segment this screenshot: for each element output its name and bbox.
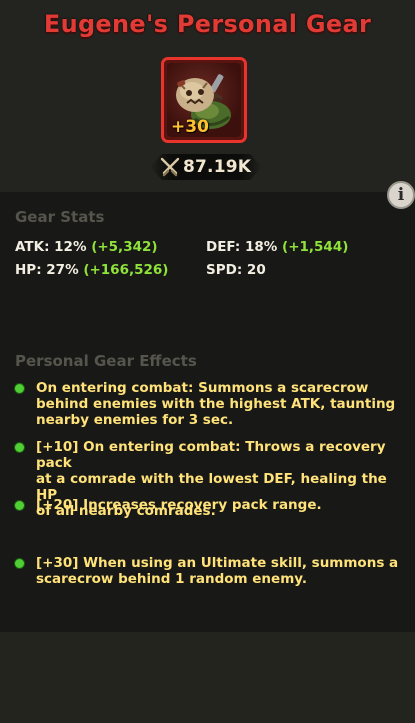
effect-item: On entering combat: Summons a scarecrow … bbox=[15, 380, 405, 428]
effect-item: [+20] Increases recovery pack range. bbox=[15, 497, 405, 513]
stat-def-value: DEF: 18% bbox=[206, 239, 283, 255]
stat-hp: HP: 27% (+166,526) bbox=[15, 262, 168, 278]
stat-atk-bonus: (+5,342) bbox=[91, 239, 158, 255]
bullet-icon bbox=[15, 559, 24, 568]
stat-hp-value: HP: 27% bbox=[15, 262, 84, 278]
bottom-area bbox=[0, 632, 415, 723]
effect-text: [+20] Increases recovery pack range. bbox=[36, 497, 322, 513]
power-value: 87.19K bbox=[183, 157, 252, 177]
stat-def-bonus: (+1,544) bbox=[282, 239, 349, 255]
gear-stats-title: Gear Stats bbox=[15, 208, 105, 226]
effect-item: [+30] When using an Ultimate skill, summ… bbox=[15, 555, 405, 587]
info-button[interactable]: i bbox=[387, 181, 415, 209]
stat-atk-value: ATK: 12% bbox=[15, 239, 92, 255]
stat-spd: SPD: 20 bbox=[206, 262, 266, 278]
gear-details-panel: Gear Stats ATK: 12% (+5,342) DEF: 18% (+… bbox=[0, 192, 415, 632]
gear-item-slot[interactable]: +30 bbox=[161, 57, 247, 143]
stat-atk: ATK: 12% (+5,342) bbox=[15, 239, 158, 255]
effect-text: On entering combat: Summons a scarecrow … bbox=[36, 380, 396, 428]
gear-header: Eugene's Personal Gear +30 87.19K bbox=[0, 0, 415, 192]
effect-text: [+30] When using an Ultimate skill, summ… bbox=[36, 555, 399, 587]
stat-hp-bonus: (+166,526) bbox=[83, 262, 169, 278]
stat-spd-value: SPD: 20 bbox=[206, 262, 266, 278]
gear-title: Eugene's Personal Gear bbox=[43, 10, 372, 38]
bullet-icon bbox=[15, 501, 24, 510]
stat-def: DEF: 18% (+1,544) bbox=[206, 239, 348, 255]
gear-level-label: +30 bbox=[171, 117, 209, 137]
info-icon: i bbox=[397, 185, 405, 205]
gear-effects-title: Personal Gear Effects bbox=[15, 352, 197, 370]
crossed-swords-icon bbox=[160, 157, 180, 177]
gear-item-background: +30 bbox=[167, 63, 241, 137]
bullet-icon bbox=[15, 443, 24, 452]
bullet-icon bbox=[15, 384, 24, 393]
power-display: 87.19K bbox=[150, 154, 262, 180]
